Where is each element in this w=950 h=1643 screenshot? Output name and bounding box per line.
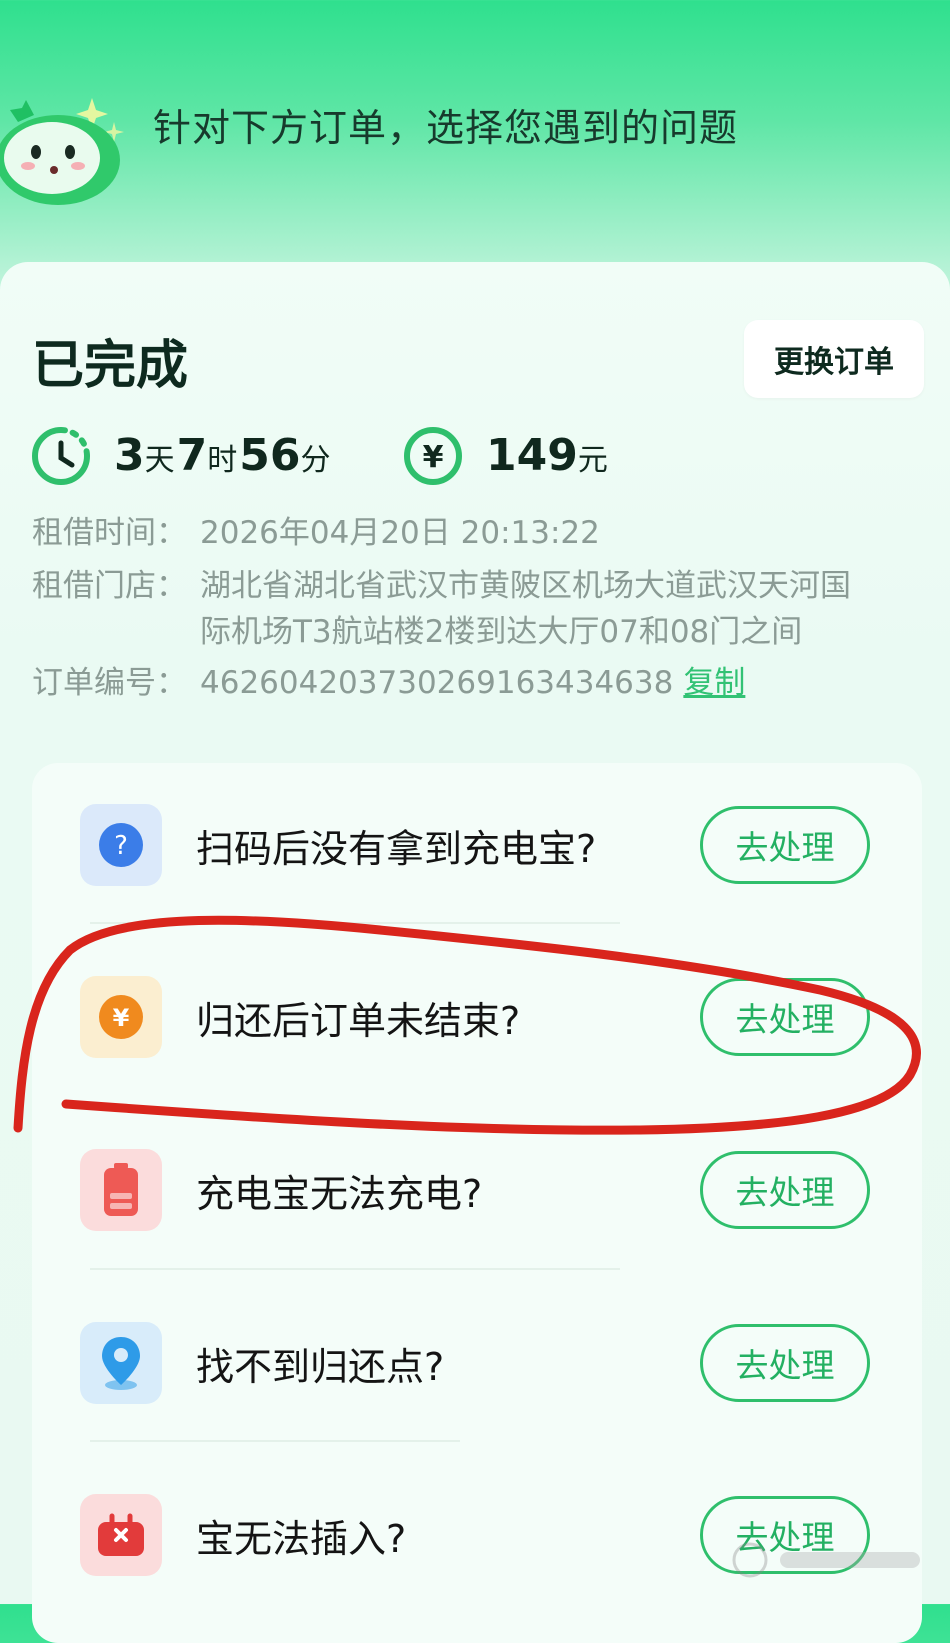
issue-item-order-not-ended[interactable]: ¥ 归还后订单未结束? 去处理 [32,922,922,1098]
handle-button[interactable]: 去处理 [700,1324,870,1402]
yuan-icon: ¥ [404,427,462,485]
issue-icon-box: ? [80,804,162,886]
plug-box-icon [98,1513,144,1556]
change-order-button[interactable]: 更换订单 [744,320,924,398]
clock-icon [32,427,90,485]
issue-icon-box: ¥ [80,976,162,1058]
page-header: 针对下方订单，选择您遇到的问题 [0,0,950,260]
issue-label: 归还后订单未结束? [196,999,521,1043]
issue-label: 充电宝无法充电? [196,1172,483,1216]
rental-store-label: 租借门店： [32,568,187,604]
order-status: 已完成 [32,336,189,396]
svg-text:?: ? [114,831,128,861]
rental-time-label: 租借时间： [32,515,187,551]
duration-hours-unit: 时 [207,443,238,478]
yuan-coin-icon: ¥ [99,995,143,1039]
svg-text:¥: ¥ [113,1004,130,1032]
copy-link[interactable]: 复制 [683,665,745,701]
duration-days-unit: 天 [144,443,175,478]
issue-label: 找不到归还点? [196,1345,445,1389]
handle-button[interactable]: 去处理 [700,1151,870,1229]
amount-unit: 元 [577,443,608,478]
issue-icon-box [80,1149,162,1231]
issue-item-no-powerbank[interactable]: ? 扫码后没有拿到充电宝? 去处理 [32,750,922,926]
watermark-icon [732,1542,920,1578]
page-title: 针对下方订单，选择您遇到的问题 [153,106,739,150]
issue-item-cannot-charge[interactable]: 充电宝无法充电? 去处理 [32,1095,922,1271]
order-number-row: 订单编号： 4626042037302691634346​38 复制 [32,660,912,706]
handle-button[interactable]: 去处理 [700,806,870,884]
rental-duration: 3 天 7 时 56 分 [114,430,332,481]
rental-time-row: 租借时间： 2026年04月20日 20:13:22 [32,510,912,556]
rental-time-value: 2026年04月20日 20:13:22 [200,515,600,551]
location-pin-icon [102,1337,140,1390]
svg-text:¥: ¥ [423,440,444,475]
amount-value: 149 [486,430,578,481]
order-number-value-wrap: 4626042037302691634346​38 复制 [200,660,745,706]
mascot-icon [0,98,124,205]
duration-hours: 7 [176,430,208,481]
issue-icon-box [80,1322,162,1404]
rental-store-value-line1: 湖北省湖北省武汉市黄陂区机场大道武汉天河国 [200,568,851,604]
question-icon: ? [99,823,143,867]
handle-button[interactable]: 去处理 [700,978,870,1056]
issue-label: 宝无法插入? [196,1517,407,1561]
rental-store-row: 租借门店： 湖北省湖北省武汉市黄陂区机场大道武汉天河国 际机场T3航站楼2楼到达… [32,563,912,655]
rental-amount: 149 元 [486,430,610,481]
issue-label: 扫码后没有拿到充电宝? [196,827,597,871]
duration-minutes-unit: 分 [300,443,331,478]
battery-icon [104,1163,138,1216]
order-number-value: 4626042037302691634346​38 [200,665,674,701]
order-number-label: 订单编号： [32,665,187,701]
duration-minutes: 56 [239,430,301,481]
issue-item-no-return-point[interactable]: 找不到归还点? 去处理 [32,1268,922,1444]
duration-days: 3 [114,430,145,481]
issue-icon-box [80,1494,162,1576]
rental-store-value-line2: 际机场T3航站楼2楼到达大厅07和08门之间 [200,614,803,650]
